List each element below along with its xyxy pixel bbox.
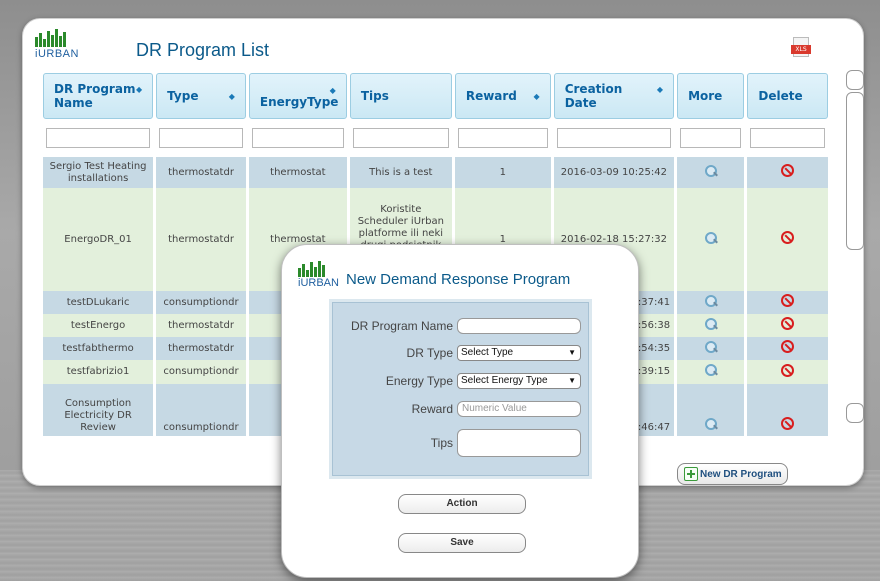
magnifier-icon[interactable] [704, 294, 717, 307]
new-dr-program-button[interactable]: New DR Program [677, 463, 788, 485]
header-tips: Tips [349, 73, 452, 119]
filter-reward-input[interactable] [457, 128, 548, 149]
cell-tips: This is a test [349, 157, 452, 188]
filter-delete-input[interactable] [750, 128, 825, 149]
scroll-thumb[interactable] [846, 92, 864, 250]
cell-date: 2016-03-09 10:25:42 [553, 157, 675, 188]
magnifier-icon[interactable] [704, 317, 717, 330]
filter-tips-input[interactable] [352, 128, 449, 149]
form-row-tips: Tips [332, 428, 595, 458]
scroll-up-button[interactable] [846, 70, 864, 90]
cell-type: consumptiondr [156, 291, 246, 314]
xls-export-icon[interactable]: XLS [791, 37, 811, 59]
magnifier-icon[interactable] [704, 340, 717, 353]
cell-type: consumptiondr [156, 360, 246, 384]
cell-name: Sergio Test Heating installations [43, 157, 154, 188]
header-more: More [677, 73, 745, 119]
cell-delete[interactable] [747, 291, 828, 314]
dr-type-select[interactable]: Select Type ▼ [457, 345, 581, 361]
table-scrollbar[interactable] [846, 70, 864, 426]
filter-row [43, 119, 828, 157]
page-title: DR Program List [136, 40, 270, 60]
delete-icon[interactable] [781, 363, 795, 377]
filter-name-input[interactable] [46, 128, 151, 149]
header-reward[interactable]: ◆ Reward [454, 73, 551, 119]
energy-type-select[interactable]: Select Energy Type ▼ [457, 373, 581, 389]
magnifier-icon[interactable] [704, 418, 717, 430]
action-button[interactable]: Action [398, 494, 526, 514]
cell-more[interactable] [677, 314, 745, 337]
cell-delete[interactable] [747, 314, 828, 337]
cell-more[interactable] [677, 384, 745, 436]
filter-more-input[interactable] [680, 128, 742, 149]
cell-delete[interactable] [747, 384, 828, 436]
cell-type: thermostatdr [156, 314, 246, 337]
cell-more[interactable] [677, 157, 745, 188]
new-dr-program-dialog: iURBAN New Demand Response Program DR Pr… [281, 244, 639, 578]
tips-textarea[interactable] [457, 429, 581, 457]
cell-name: Consumption Electricity DR Review [43, 384, 154, 436]
cell-name: testfabrizio1 [43, 360, 154, 384]
filter-type-input[interactable] [159, 128, 243, 149]
reward-label: Reward [411, 402, 453, 416]
magnifier-icon[interactable] [704, 164, 717, 177]
header-type[interactable]: ◆ Type [156, 73, 246, 119]
form-row-type: DR Type Select Type ▼ [332, 342, 595, 364]
cell-delete[interactable] [747, 188, 828, 291]
dr-program-form: DR Program Name DR Type Select Type ▼ En… [329, 299, 592, 479]
cell-type: consumptiondr [156, 384, 246, 436]
cell-reward: 1 [454, 157, 551, 188]
delete-icon[interactable] [781, 231, 795, 244]
delete-icon[interactable] [781, 294, 795, 307]
header-dr-program-name[interactable]: ◆ DR Program Name [43, 73, 154, 119]
magnifier-icon[interactable] [704, 231, 717, 244]
cell-name: testfabthermo [43, 337, 154, 360]
dropdown-arrow-icon: ▼ [568, 348, 576, 357]
save-button[interactable]: Save [398, 533, 526, 553]
delete-icon[interactable] [781, 417, 795, 430]
form-row-energy: Energy Type Select Energy Type ▼ [332, 370, 595, 392]
cell-name: testEnergo [43, 314, 154, 337]
delete-icon[interactable] [781, 317, 795, 330]
new-dr-program-label: New DR Program [700, 468, 782, 480]
cell-type: thermostatdr [156, 157, 246, 188]
magnifier-icon[interactable] [704, 364, 717, 376]
tips-label: Tips [430, 436, 453, 450]
dropdown-arrow-icon: ▼ [568, 376, 576, 385]
cell-delete[interactable] [747, 157, 828, 188]
form-row-name: DR Program Name [332, 315, 595, 337]
dialog-title: New Demand Response Program [346, 271, 571, 288]
cell-name: EnergoDR_01 [43, 188, 154, 291]
delete-icon[interactable] [781, 164, 795, 177]
name-label: DR Program Name [350, 319, 453, 333]
logo-text: iURBAN [298, 277, 339, 289]
cell-energy: thermostat [248, 157, 347, 188]
cell-more[interactable] [677, 291, 745, 314]
cell-more[interactable] [677, 337, 745, 360]
cell-type: thermostatdr [156, 188, 246, 291]
energy-label: Energy Type [385, 374, 453, 388]
type-label: DR Type [406, 346, 453, 360]
iurban-logo: iURBAN [35, 29, 85, 65]
header-delete: Delete [747, 73, 828, 119]
delete-icon[interactable] [781, 340, 795, 353]
iurban-logo: iURBAN [298, 261, 344, 289]
program-name-input[interactable] [457, 318, 581, 334]
cell-type: thermostatdr [156, 337, 246, 360]
add-icon [684, 467, 698, 481]
header-creation-date[interactable]: ◆ Creation Date [553, 73, 675, 119]
scroll-down-button[interactable] [846, 403, 864, 423]
cell-delete[interactable] [747, 360, 828, 384]
logo-text: iURBAN [35, 48, 79, 60]
filter-energy-input[interactable] [251, 128, 344, 149]
reward-input[interactable]: Numeric Value [457, 401, 581, 417]
cell-more[interactable] [677, 188, 745, 291]
table-row[interactable]: Sergio Test Heating installations thermo… [43, 157, 828, 188]
cell-more[interactable] [677, 360, 745, 384]
filter-date-input[interactable] [556, 128, 672, 149]
form-row-reward: Reward Numeric Value [332, 398, 595, 420]
header-energy-type[interactable]: ◆ EnergyType [248, 73, 347, 119]
cell-delete[interactable] [747, 337, 828, 360]
cell-name: testDLukaric [43, 291, 154, 314]
